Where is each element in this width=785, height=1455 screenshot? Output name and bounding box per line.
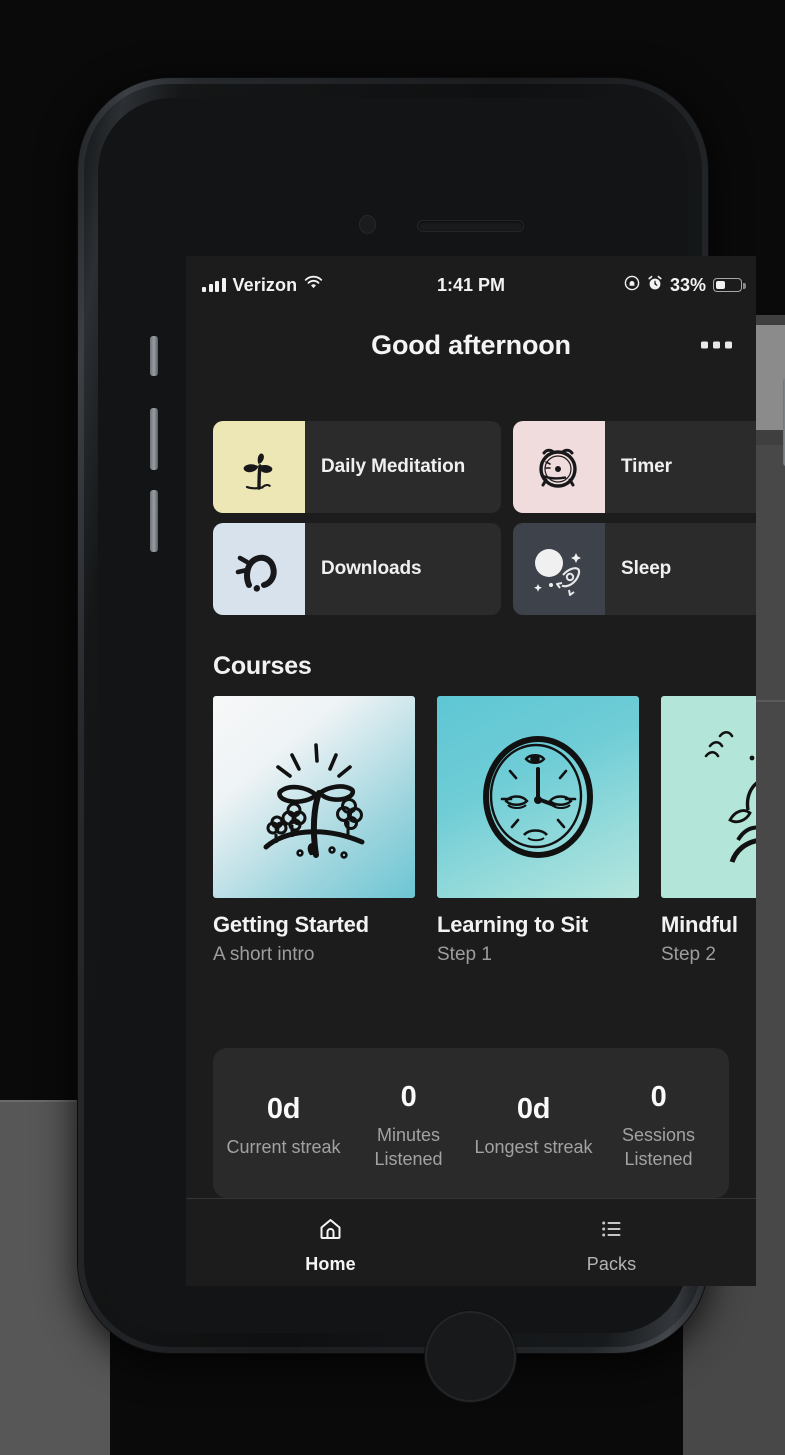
seedling-flowers-art (213, 696, 415, 898)
battery-icon (713, 278, 746, 292)
stat-value: 0d (516, 1092, 551, 1125)
page-title: Good afternoon (371, 329, 571, 360)
course-title: Mindful (661, 912, 738, 937)
alarm-clock-icon (513, 421, 605, 513)
course-title: Getting Started (213, 912, 369, 937)
phone-device: Verizon 1:41 PM 33% Good afternoon Daily… (78, 78, 785, 1402)
status-bar: Verizon 1:41 PM 33% (186, 256, 756, 314)
course-subtitle: Step 1 (437, 944, 492, 965)
tab-home[interactable]: Home (190, 1211, 471, 1275)
sprout-plant-icon (213, 421, 305, 513)
tile-label: Timer (621, 455, 672, 477)
phone-screen: Verizon 1:41 PM 33% Good afternoon Daily… (186, 256, 756, 1286)
clock-face-art (437, 696, 639, 898)
stat-label: Longest streak (474, 1136, 593, 1157)
tile-label: Downloads (321, 557, 422, 579)
list-icon (599, 1217, 624, 1246)
course-subtitle: A short intro (213, 944, 315, 965)
stat-value: 0 (400, 1080, 417, 1113)
stat-label: Current streak (226, 1136, 341, 1157)
bottom-tab-bar: Home Packs (186, 1198, 756, 1286)
screen-header: Good afternoon (186, 314, 756, 376)
mute-switch[interactable] (150, 336, 158, 376)
quick-actions-grid: Daily Meditation Timer Downloads Sleep (213, 421, 756, 615)
course-card-getting-started[interactable]: Getting Started A short intro (213, 696, 415, 966)
stat-minutes-listened: 0 Minutes Listened (346, 1081, 471, 1172)
course-card-learning-to-sit[interactable]: Learning to Sit Step 1 (437, 696, 639, 966)
tile-sleep[interactable]: Sleep (513, 523, 756, 615)
tile-daily-meditation[interactable]: Daily Meditation (213, 421, 501, 513)
stat-current-streak: 0d Current streak (221, 1093, 346, 1160)
stat-label: Minutes Listened (374, 1124, 443, 1169)
stat-label: Sessions Listened (621, 1124, 696, 1169)
tile-label: Daily Meditation (321, 455, 466, 477)
stats-card: 0d Current streak 0 Minutes Listened 0d … (213, 1048, 729, 1198)
tile-label: Sleep (621, 557, 672, 579)
stat-value: 0d (266, 1092, 301, 1125)
stat-value: 0 (650, 1080, 667, 1113)
stat-sessions-listened: 0 Sessions Listened (596, 1081, 721, 1172)
stat-longest-streak: 0d Longest streak (471, 1093, 596, 1160)
battery-percent-label: 33% (669, 274, 706, 295)
tab-packs[interactable]: Packs (471, 1211, 752, 1275)
earpiece-speaker (418, 221, 523, 231)
rotation-lock-icon (624, 275, 640, 296)
course-title: Learning to Sit (437, 912, 589, 937)
tab-label: Home (305, 1253, 356, 1274)
volume-up-button[interactable] (150, 408, 158, 470)
tile-timer[interactable]: Timer (513, 421, 756, 513)
courses-carousel[interactable]: Getting Started A short intro Learning t… (213, 696, 756, 966)
magnet-icon (213, 523, 305, 615)
home-button[interactable] (425, 1311, 516, 1402)
course-card-mindful[interactable]: Mindful Step 2 (661, 696, 756, 966)
alarm-clock-icon (647, 275, 663, 296)
course-subtitle: Step 2 (661, 944, 716, 965)
figure-nature-art (661, 696, 756, 898)
tile-downloads[interactable]: Downloads (213, 523, 501, 615)
moon-rocket-icon (513, 523, 605, 615)
front-camera-icon (359, 215, 376, 234)
tab-label: Packs (586, 1253, 637, 1274)
home-icon (318, 1217, 343, 1246)
volume-down-button[interactable] (150, 490, 158, 552)
more-horizontal-icon[interactable] (699, 334, 734, 357)
status-bar-right: 33% (624, 274, 746, 296)
section-title-courses: Courses (213, 652, 312, 680)
